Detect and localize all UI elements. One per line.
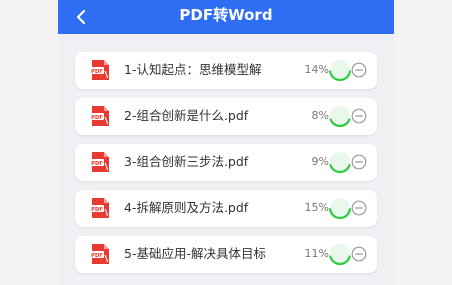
title-bar: PDF转Word bbox=[58, 0, 394, 34]
pdf-file-icon: PDF bbox=[90, 152, 109, 172]
pdf-file-icon: PDF bbox=[90, 244, 109, 264]
file-list: PDF 1-认知起点：思维模型解 14% PDF 2-组合创新是什么.pdf 8… bbox=[75, 52, 377, 282]
file-name: 3-组合创新三步法.pdf bbox=[124, 154, 249, 169]
progress-percent: 15% bbox=[304, 201, 329, 214]
file-name: 5-基础应用-解决具体目标 bbox=[124, 246, 266, 261]
pdf-file-icon: PDF bbox=[90, 198, 109, 218]
remove-icon[interactable] bbox=[351, 154, 367, 170]
progress-ring bbox=[329, 106, 351, 128]
remove-icon[interactable] bbox=[351, 62, 367, 78]
svg-text:PDF: PDF bbox=[91, 115, 103, 121]
app-screen: PDF转Word PDF 1-认知起点：思维模型解 14% PDF 2-组合创新… bbox=[58, 0, 394, 285]
progress-ring bbox=[329, 152, 351, 174]
conversion-list-area: PDF 1-认知起点：思维模型解 14% PDF 2-组合创新是什么.pdf 8… bbox=[58, 34, 394, 285]
file-item[interactable]: PDF 3-组合创新三步法.pdf 9% bbox=[75, 144, 377, 181]
pdf-file-icon: PDF bbox=[90, 60, 109, 80]
progress-ring bbox=[328, 198, 352, 220]
file-item[interactable]: PDF 5-基础应用-解决具体目标 11% bbox=[75, 236, 377, 273]
file-name: 2-组合创新是什么.pdf bbox=[124, 108, 249, 123]
progress-ring bbox=[329, 244, 351, 266]
file-item[interactable]: PDF 2-组合创新是什么.pdf 8% bbox=[75, 98, 377, 135]
svg-text:PDF: PDF bbox=[91, 161, 103, 167]
progress-percent: 14% bbox=[304, 63, 329, 76]
progress-percent: 9% bbox=[311, 155, 329, 168]
file-name: 1-认知起点：思维模型解 bbox=[124, 62, 262, 77]
svg-text:PDF: PDF bbox=[91, 253, 103, 259]
page-title: PDF转Word bbox=[179, 6, 273, 24]
remove-icon[interactable] bbox=[351, 200, 367, 216]
progress-percent: 8% bbox=[311, 109, 329, 122]
pdf-file-icon: PDF bbox=[90, 106, 109, 126]
file-item[interactable]: PDF 1-认知起点：思维模型解 14% bbox=[75, 52, 377, 89]
svg-text:PDF: PDF bbox=[91, 207, 103, 213]
svg-text:PDF: PDF bbox=[91, 69, 103, 75]
progress-ring bbox=[329, 60, 351, 82]
progress-percent: 11% bbox=[304, 247, 329, 260]
remove-icon[interactable] bbox=[351, 108, 367, 124]
remove-icon[interactable] bbox=[351, 246, 367, 262]
file-item[interactable]: PDF 4-拆解原则及方法.pdf 15% bbox=[75, 190, 377, 227]
file-name: 4-拆解原则及方法.pdf bbox=[124, 200, 249, 215]
